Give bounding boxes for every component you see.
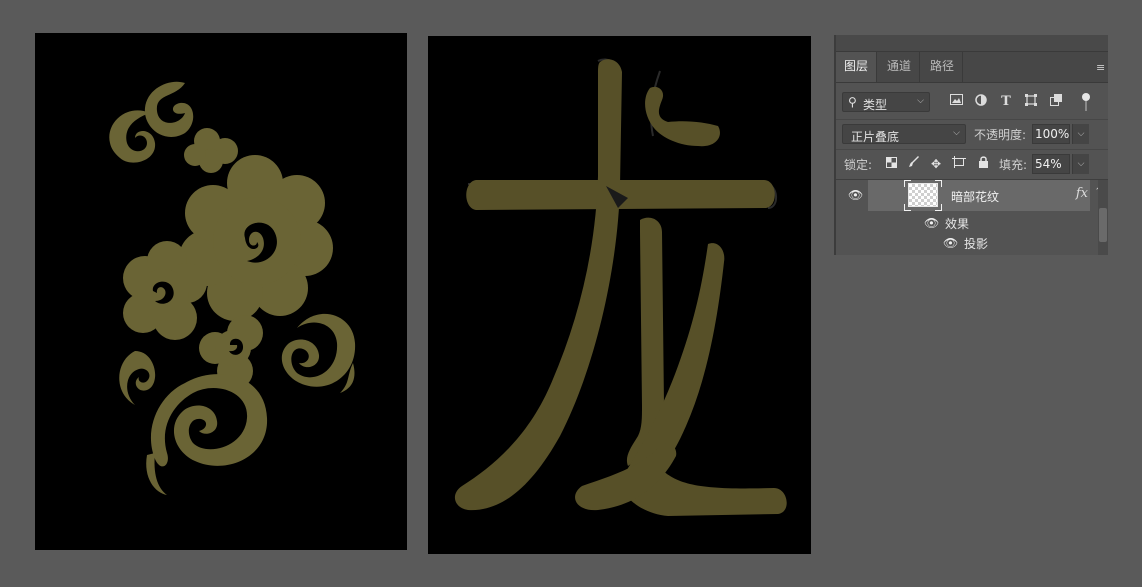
swirl-left xyxy=(119,351,156,405)
clover-petal xyxy=(184,144,206,166)
opacity-dropdown-icon[interactable]: ⌵ xyxy=(1072,124,1089,144)
cloud-core xyxy=(213,197,301,285)
cloud-core xyxy=(215,330,251,366)
dragon-character-artwork xyxy=(454,58,787,517)
lock-artboard-icon[interactable] xyxy=(951,156,967,172)
swirl-bottom xyxy=(150,374,268,467)
stroke-dot xyxy=(645,86,720,147)
effects-row[interactable]: 👁 效果 xyxy=(868,213,1090,233)
lock-label: 锁定: xyxy=(844,158,873,172)
type-filter-icon[interactable]: T xyxy=(998,94,1014,110)
fill-dropdown-icon[interactable]: ⌵ xyxy=(1072,154,1089,174)
visibility-column: 👁 xyxy=(836,180,868,255)
effects-visibility-eye-icon[interactable]: 👁 xyxy=(924,217,939,229)
drop-shadow-row[interactable]: 👁 投影 xyxy=(868,233,1090,253)
chevron-down-icon: ⌵ xyxy=(953,128,960,138)
fx-icon[interactable]: fx xyxy=(1076,186,1088,201)
panel-menu-icon[interactable]: ≡ xyxy=(1096,62,1108,74)
swirl-top xyxy=(144,81,194,137)
effects-label: 效果 xyxy=(945,217,970,231)
smart-object-filter-icon[interactable] xyxy=(1048,94,1064,110)
lock-position-icon[interactable]: ✥ xyxy=(928,156,944,172)
layers-panel: 图层 通道 路径 ≡ ⚲ 类型 ⌵ T 正片叠底 ⌵ 不透明度: 100% ⌵ … xyxy=(834,35,1108,255)
tab-layers[interactable]: 图层 xyxy=(836,52,877,82)
filter-toggle-icon[interactable] xyxy=(1082,93,1090,101)
search-icon: ⚲ xyxy=(848,95,857,109)
shape-filter-icon[interactable] xyxy=(1023,94,1039,110)
layer-filter-row: ⚲ 类型 ⌵ T xyxy=(836,87,1108,117)
blend-mode-select[interactable]: 正片叠底 ⌵ xyxy=(842,124,966,144)
fill-label: 填充: xyxy=(999,158,1028,172)
kind-filter-select[interactable]: ⚲ 类型 ⌵ xyxy=(842,92,930,112)
adjustment-filter-icon[interactable] xyxy=(973,94,989,110)
drop-shadow-label: 投影 xyxy=(964,237,989,251)
canvas-dragon-character[interactable] xyxy=(428,36,811,554)
layer-name[interactable]: 暗部花纹 xyxy=(951,188,999,205)
drop-shadow-visibility-eye-icon[interactable]: 👁 xyxy=(943,237,958,249)
pixel-filter-icon[interactable] xyxy=(948,94,964,110)
cloud-pattern-artwork xyxy=(109,81,356,495)
chevron-down-icon: ⌵ xyxy=(917,96,924,106)
layer-row-dark-pattern[interactable]: 暗部花纹 fx ⌃ xyxy=(868,180,1102,211)
cloud-core xyxy=(137,269,189,321)
fill-input[interactable]: 54% xyxy=(1032,154,1070,174)
kind-filter-label: 类型 xyxy=(863,98,888,112)
layer-list-scrollbar[interactable] xyxy=(1098,180,1108,255)
layer-visibility-eye-icon[interactable]: 👁 xyxy=(848,189,863,201)
tab-channels[interactable]: 通道 xyxy=(879,52,919,82)
stroke-left-sweep xyxy=(454,59,622,511)
tab-paths[interactable]: 路径 xyxy=(922,52,962,82)
blend-opacity-row: 正片叠底 ⌵ 不透明度: 100% ⌵ xyxy=(836,119,1108,148)
layer-thumbnail[interactable] xyxy=(908,183,938,207)
blend-mode-value: 正片叠底 xyxy=(851,130,900,144)
layer-list: 👁 暗部花纹 fx ⌃ 👁 效果 👁 投影 xyxy=(836,179,1108,255)
opacity-input[interactable]: 100% xyxy=(1032,124,1070,144)
swirl-right xyxy=(281,313,356,387)
panel-top-strip xyxy=(836,35,1108,52)
lock-fill-row: 锁定: ✥ 填充: 54% ⌵ xyxy=(836,149,1108,178)
lock-transparent-icon[interactable] xyxy=(883,156,899,172)
panel-tabs: 图层 通道 路径 ≡ xyxy=(836,52,1108,83)
lock-image-icon[interactable] xyxy=(906,156,922,172)
lock-all-icon[interactable] xyxy=(975,156,991,172)
opacity-label: 不透明度: xyxy=(974,128,1027,142)
scrollbar-thumb[interactable] xyxy=(1099,208,1107,242)
canvas-cloud-pattern[interactable] xyxy=(35,33,407,550)
